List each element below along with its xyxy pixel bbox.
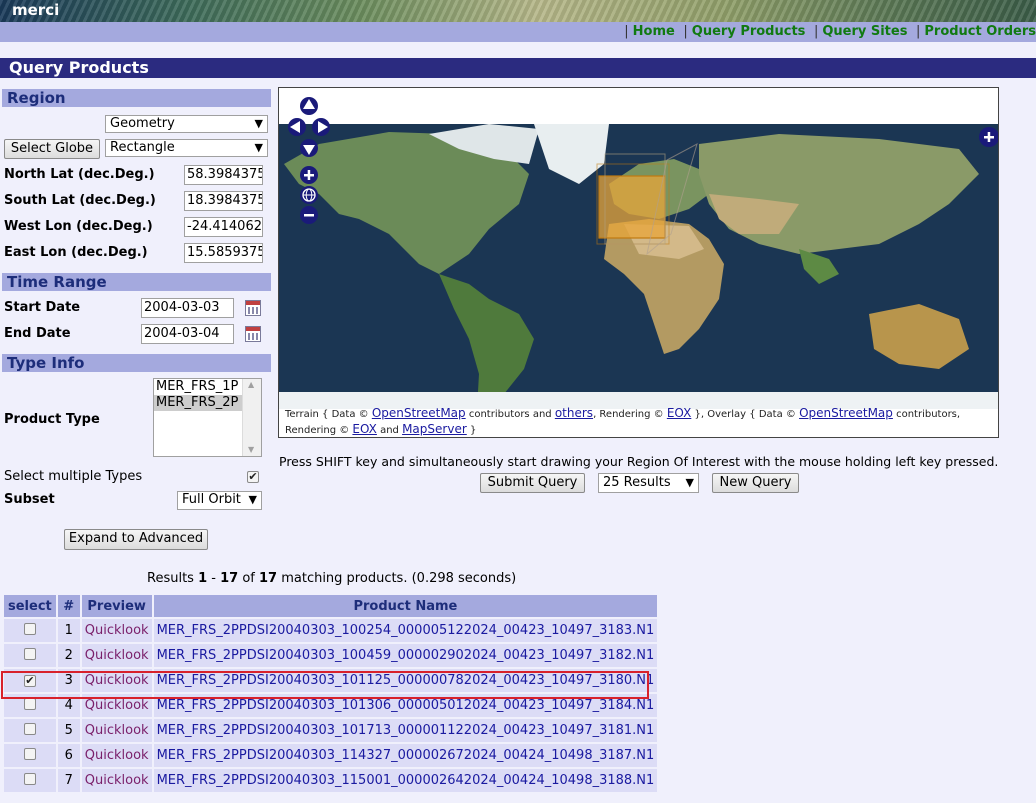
row-select-cell bbox=[4, 644, 56, 667]
new-query-button[interactable]: New Query bbox=[712, 473, 799, 493]
select-multiple-label: Select multiple Types bbox=[4, 469, 143, 484]
end-date-input[interactable]: 2004-03-04 bbox=[141, 324, 234, 344]
layer-switcher-icon[interactable] bbox=[978, 126, 999, 148]
banner-texture bbox=[0, 0, 1036, 22]
list-item[interactable]: MER_FRS_2P bbox=[154, 395, 242, 411]
row-number: 5 bbox=[57, 719, 80, 742]
east-lon-input[interactable]: 15.5859375 bbox=[184, 243, 263, 263]
table-row: 7 Quicklook MER_FRS_2PPDSI20040303_115001_… bbox=[4, 769, 658, 792]
start-date-input[interactable]: 2004-03-03 bbox=[141, 298, 234, 318]
row-select-cell bbox=[4, 744, 56, 767]
eox-link[interactable]: EOX bbox=[352, 422, 376, 436]
south-lat-input[interactable]: 18.3984375 bbox=[184, 191, 263, 211]
dropdown-arrow-icon: ▼ bbox=[254, 117, 263, 130]
table-row: 2 Quicklook MER_FRS_2PPDSI20040303_100459_… bbox=[4, 644, 658, 667]
mapserver-link[interactable]: MapServer bbox=[402, 422, 467, 436]
table-header-row: select # Preview Product Name bbox=[4, 595, 658, 617]
map-hint-text: Press SHIFT key and simultaneously start… bbox=[279, 454, 999, 469]
product-name-link[interactable]: MER_FRS_2PPDSI20040303_101713_0000011220… bbox=[153, 719, 658, 742]
time-range-heading: Time Range bbox=[2, 273, 271, 291]
row-select-checkbox[interactable] bbox=[23, 722, 36, 735]
dropdown-arrow-icon: ▼ bbox=[254, 141, 263, 154]
type-info-heading: Type Info bbox=[2, 354, 271, 372]
row-number: 7 bbox=[57, 769, 80, 792]
row-number: 1 bbox=[57, 619, 80, 642]
expand-advanced-button[interactable]: Expand to Advanced bbox=[64, 529, 208, 550]
row-select-cell bbox=[4, 719, 56, 742]
subset-select[interactable]: Full Orbit ▼ bbox=[177, 491, 262, 510]
calendar-icon[interactable] bbox=[245, 300, 261, 316]
table-row: 6 Quicklook MER_FRS_2PPDSI20040303_114327_… bbox=[4, 744, 658, 767]
select-multiple-checkbox[interactable]: ✔ bbox=[247, 471, 259, 483]
row-select-checkbox[interactable] bbox=[23, 647, 36, 660]
product-name-link[interactable]: MER_FRS_2PPDSI20040303_114327_0000026720… bbox=[153, 744, 658, 767]
quicklook-link[interactable]: Quicklook bbox=[81, 744, 152, 767]
product-name-link[interactable]: MER_FRS_2PPDSI20040303_100459_0000029020… bbox=[153, 644, 658, 667]
quicklook-link[interactable]: Quicklook bbox=[81, 644, 152, 667]
south-lat-label: South Lat (dec.Deg.) bbox=[4, 193, 156, 208]
row-select-checkbox[interactable] bbox=[23, 772, 36, 785]
select-globe-button[interactable]: Select Globe bbox=[4, 139, 100, 159]
eox-link[interactable]: EOX bbox=[667, 406, 691, 420]
page-title: Query Products bbox=[0, 58, 1036, 78]
row-select-cell bbox=[4, 769, 56, 792]
calendar-icon[interactable] bbox=[245, 326, 261, 342]
quicklook-link[interactable]: Quicklook bbox=[81, 619, 152, 642]
zoom-control[interactable] bbox=[298, 165, 320, 225]
product-type-label: Product Type bbox=[4, 412, 100, 427]
west-lon-label: West Lon (dec.Deg.) bbox=[4, 219, 153, 234]
nav-product-orders-link[interactable]: Product Orders bbox=[924, 24, 1036, 39]
nav-query-sites-link[interactable]: Query Sites bbox=[822, 24, 907, 39]
start-date-label: Start Date bbox=[4, 300, 81, 315]
column-header-preview: Preview bbox=[81, 595, 152, 617]
row-select-checkbox[interactable] bbox=[23, 622, 36, 635]
column-header-select: select bbox=[4, 595, 56, 617]
nav-query-products-link[interactable]: Query Products bbox=[692, 24, 806, 39]
product-type-listbox[interactable]: MER_FRS_1P MER_FRS_2P ▲ ▼ bbox=[153, 378, 262, 457]
column-header-product-name: Product Name bbox=[153, 595, 658, 617]
scroll-up-icon[interactable]: ▲ bbox=[248, 380, 254, 389]
subset-label: Subset bbox=[4, 492, 55, 507]
scroll-down-icon[interactable]: ▼ bbox=[248, 445, 254, 454]
listbox-scrollbar[interactable]: ▲ ▼ bbox=[242, 379, 261, 456]
dropdown-arrow-icon: ▼ bbox=[685, 476, 694, 489]
product-name-link[interactable]: MER_FRS_2PPDSI20040303_115001_0000026420… bbox=[153, 769, 658, 792]
top-navigation: | Home | Query Products | Query Sites | Prod… bbox=[0, 22, 1036, 42]
region-heading: Region bbox=[2, 89, 271, 107]
dropdown-arrow-icon: ▼ bbox=[248, 493, 257, 506]
results-count-select[interactable]: 25 Results ▼ bbox=[598, 473, 699, 493]
quicklook-link[interactable]: Quicklook bbox=[81, 719, 152, 742]
row-select-checkbox[interactable] bbox=[23, 697, 36, 710]
header-banner: merci bbox=[0, 0, 1036, 22]
column-header-number: # bbox=[57, 595, 80, 617]
product-name-link[interactable]: MER_FRS_2PPDSI20040303_100254_0000051220… bbox=[153, 619, 658, 642]
west-lon-input[interactable]: -24.4140625 bbox=[184, 217, 263, 237]
row-select-cell bbox=[4, 619, 56, 642]
row-number: 6 bbox=[57, 744, 80, 767]
pan-control[interactable] bbox=[287, 96, 331, 158]
row-select-checkbox[interactable] bbox=[23, 747, 36, 760]
submit-query-button[interactable]: Submit Query bbox=[480, 473, 585, 493]
osm-link[interactable]: OpenStreetMap bbox=[799, 406, 893, 420]
east-lon-label: East Lon (dec.Deg.) bbox=[4, 245, 148, 260]
results-summary: Results 1 - 17 of 17 matching products. … bbox=[147, 571, 517, 586]
shape-select[interactable]: Rectangle ▼ bbox=[105, 139, 268, 157]
north-lat-label: North Lat (dec.Deg.) bbox=[4, 167, 155, 182]
quicklook-link[interactable]: Quicklook bbox=[81, 769, 152, 792]
table-row: 1 Quicklook MER_FRS_2PPDSI20040303_100254_… bbox=[4, 619, 658, 642]
nav-home-link[interactable]: Home bbox=[633, 24, 675, 39]
map-attribution: Terrain { Data © OpenStreetMap contribut… bbox=[285, 406, 961, 436]
world-map[interactable] bbox=[279, 124, 999, 409]
selected-row-highlight bbox=[1, 671, 649, 699]
north-lat-input[interactable]: 58.3984375 bbox=[184, 165, 263, 185]
map-viewer[interactable]: Terrain { Data © OpenStreetMap contribut… bbox=[278, 87, 999, 438]
row-number: 2 bbox=[57, 644, 80, 667]
end-date-label: End Date bbox=[4, 326, 71, 341]
table-row: 5 Quicklook MER_FRS_2PPDSI20040303_101713_… bbox=[4, 719, 658, 742]
site-logo[interactable]: merci bbox=[12, 1, 59, 19]
geometry-select[interactable]: Geometry ▼ bbox=[105, 115, 268, 133]
osm-link[interactable]: OpenStreetMap bbox=[372, 406, 466, 420]
others-link[interactable]: others bbox=[555, 406, 593, 420]
